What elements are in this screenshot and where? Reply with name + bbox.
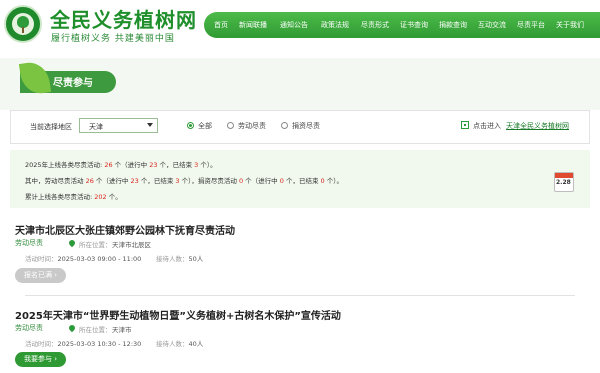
chevron-down-icon — [147, 123, 153, 127]
radio-dot-selected — [187, 122, 194, 129]
site-title[interactable]: 全民义务植树网 — [50, 4, 197, 33]
region-select[interactable]: 天津 — [79, 118, 158, 133]
nav-item-platform[interactable]: 尽责平台 — [517, 12, 545, 38]
nav-item-home[interactable]: 首页 — [214, 12, 228, 38]
nav-item-policy[interactable]: 政策法规 — [321, 12, 349, 38]
activity-type: 劳动尽责 — [15, 239, 43, 247]
region-select-value: 天津 — [89, 123, 103, 131]
region-label: 当前选择地区 — [30, 123, 72, 131]
nav-item-donation[interactable]: 捐款查询 — [439, 12, 467, 38]
nav-item-interact[interactable]: 互动交流 — [478, 12, 506, 38]
nav-item-notice[interactable]: 通知公告 — [280, 12, 308, 38]
nav-item-about[interactable]: 关于我们 — [556, 12, 584, 38]
tree-trunk — [22, 27, 24, 33]
site-logo[interactable] — [4, 5, 42, 43]
activity-title[interactable]: 2025年天津市“世界野生动植物日暨”义务植树+古树名木保护”宣传活动 — [15, 307, 341, 322]
location-value: 天津市北辰区 — [112, 241, 151, 249]
stats-line-breakdown: 其中，劳动尽责活动 26 个（进行中 23 个，已结束 3 个），捐资尽责活动 … — [25, 177, 343, 185]
radio-labor-label: 劳动尽责 — [238, 122, 266, 130]
activity-type: 劳动尽责 — [15, 324, 43, 332]
site-slogan: 履行植树义务 共建美丽中国 — [51, 34, 175, 44]
radio-dot — [281, 122, 288, 129]
activity-capacity: 接待人数：40人 — [156, 340, 204, 348]
tianjin-site-link[interactable]: 天津全民义务植树网 — [506, 121, 569, 131]
location-value: 天津市 — [112, 326, 132, 334]
radio-dot — [227, 122, 234, 129]
radio-donation-label: 捐资尽责 — [292, 122, 320, 130]
nav-item-forms[interactable]: 尽责形式 — [361, 12, 389, 38]
location-label: 所在位置： — [79, 241, 112, 249]
radio-all-label: 全部 — [198, 122, 212, 130]
enter-prefix: 点击进入 — [473, 122, 501, 130]
calendar-icon: 2.28 — [554, 172, 574, 192]
section-title: 尽责参与 — [53, 78, 93, 89]
activity-title[interactable]: 天津市北辰区大张庄镇郊野公园林下抚育尽责活动 — [15, 222, 235, 237]
stats-line-total: 2025年上线各类尽责活动: 26 个（进行中 23 个，已结束 3 个）。 — [25, 161, 217, 169]
activity-capacity: 接待人数：50人 — [156, 255, 204, 263]
registration-full-button[interactable]: 报名已满 › — [15, 268, 67, 283]
location-label: 所在位置： — [79, 326, 112, 334]
main-nav: 首页 新闻联播 通知公告 政策法规 尽责形式 证书查询 捐款查询 互动交流 尽责… — [204, 12, 600, 38]
calendar-date: 2.28 — [556, 179, 571, 186]
stats-line-cumulative: 累计上线各类尽责活动: 202 个。 — [25, 193, 122, 201]
nav-item-certificate[interactable]: 证书查询 — [400, 12, 428, 38]
activity-divider — [25, 295, 575, 296]
join-activity-button[interactable]: 我要参与 › — [15, 352, 67, 367]
site-header: 全民义务植树网 履行植树义务 共建美丽中国 首页 新闻联播 通知公告 政策法规 … — [0, 0, 600, 49]
enter-icon — [461, 121, 469, 129]
activity-time: 活动时间：2025-03-03 09:00 - 11:00 — [25, 255, 142, 263]
calendar-header — [555, 173, 573, 178]
nav-item-news[interactable]: 新闻联播 — [239, 12, 267, 38]
activity-time: 活动时间：2025-03-03 10:30 - 12:30 — [25, 340, 142, 348]
